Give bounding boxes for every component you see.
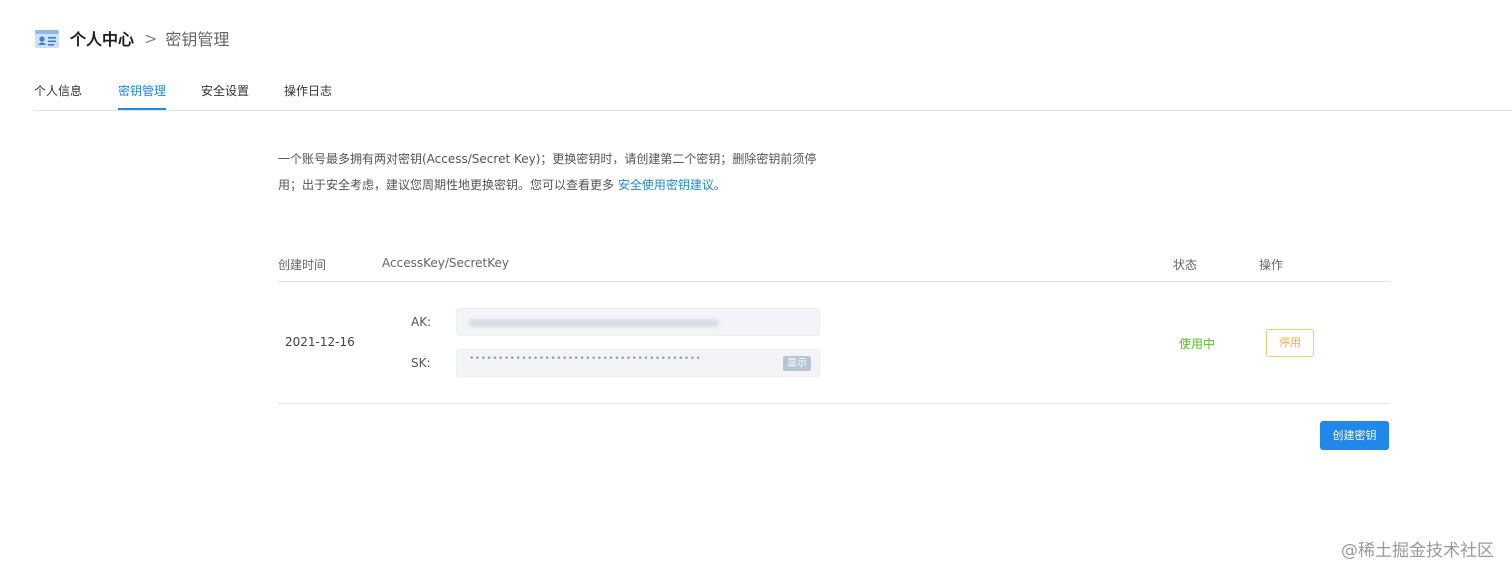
access-key-value-blurred <box>469 319 719 327</box>
tab-personal-info[interactable]: 个人信息 <box>34 82 82 99</box>
show-secret-button[interactable]: 显示 <box>783 356 811 371</box>
notice-line-1: 一个账号最多拥有两对密钥(Access/Secret Key)；更换密钥时，请创… <box>278 152 817 166</box>
table-row-divider <box>278 403 1390 404</box>
ak-label: AK: <box>411 315 432 329</box>
profile-card-icon <box>34 27 60 49</box>
column-header-keys: AccessKey/SecretKey <box>382 256 509 270</box>
notice-line-2: 用；出于安全考虑，建议您周期性地更换密钥。您可以查看更多 安全使用密钥建议。 <box>278 172 830 198</box>
notice-text: 一个账号最多拥有两对密钥(Access/Secret Key)；更换密钥时，请创… <box>278 146 830 198</box>
chevron-right-icon: > <box>144 28 158 48</box>
notice-line-2-text: 用；出于安全考虑，建议您周期性地更换密钥。您可以查看更多 <box>278 178 618 192</box>
active-tab-indicator <box>118 108 166 110</box>
breadcrumb-root[interactable]: 个人中心 <box>70 26 134 50</box>
column-header-status: 状态 <box>1173 258 1198 272</box>
table-header-divider <box>278 281 1390 282</box>
watermark: @稀土掘金技术社区 <box>1341 541 1494 561</box>
security-advice-link[interactable]: 安全使用密钥建议 <box>618 178 714 192</box>
page-title: 密钥管理 <box>165 30 230 49</box>
sk-label: SK: <box>411 356 431 370</box>
tab-operation-log[interactable]: 操作日志 <box>284 82 332 99</box>
column-header-created: 创建时间 <box>278 258 327 272</box>
breadcrumb: 个人中心 > 密钥管理 <box>34 24 229 52</box>
created-date: 2021-12-16 <box>285 335 355 349</box>
secret-key-mask: •••••••••••••••••••••••••••••••••••••••• <box>469 354 702 364</box>
column-header-action: 操作 <box>1259 258 1284 272</box>
secret-key-field[interactable]: ••••••••••••••••••••••••••••••••••••••••… <box>456 349 820 377</box>
status-badge: 使用中 <box>1179 337 1216 351</box>
create-key-button[interactable]: 创建密钥 <box>1320 421 1389 450</box>
tab-key-management[interactable]: 密钥管理 <box>118 82 166 99</box>
tab-security-settings[interactable]: 安全设置 <box>201 82 249 99</box>
notice-suffix: 。 <box>713 178 726 192</box>
tab-bar: 个人信息 密钥管理 安全设置 操作日志 <box>34 70 1512 111</box>
access-key-field[interactable] <box>456 308 820 336</box>
disable-key-button[interactable]: 停用 <box>1266 329 1314 357</box>
